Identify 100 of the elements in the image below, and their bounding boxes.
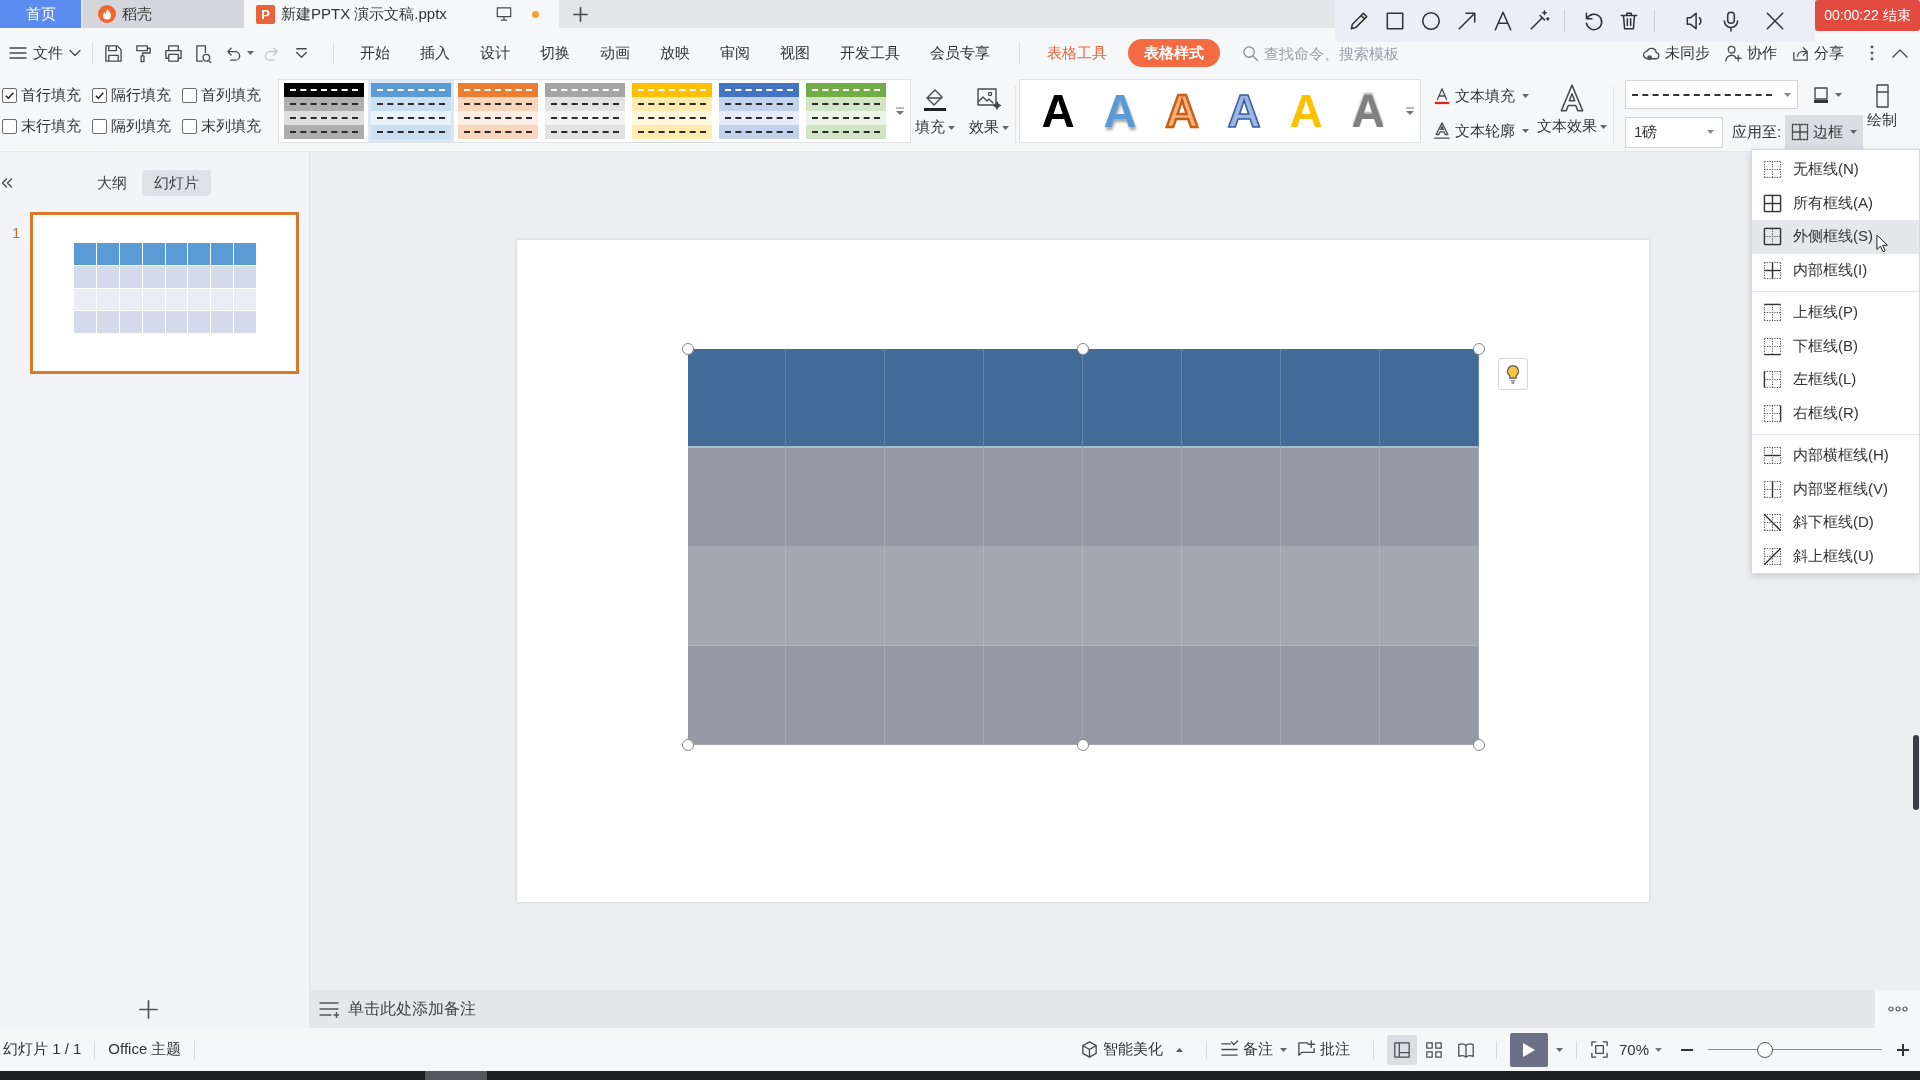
ribbon-tab[interactable]: 插入: [405, 39, 465, 67]
text-style-sample[interactable]: A: [1040, 88, 1076, 134]
more-vertical-icon[interactable]: [1870, 45, 1874, 61]
plus-icon[interactable]: [1896, 1042, 1910, 1057]
ribbon-tab[interactable]: 开发工具: [825, 39, 915, 67]
table-style-swatch[interactable]: [629, 80, 715, 142]
chevron-up-icon[interactable]: [1892, 48, 1908, 58]
checkbox[interactable]: [92, 87, 107, 103]
table-style-swatch[interactable]: [455, 80, 541, 142]
fill-button[interactable]: 填充: [915, 86, 955, 137]
notes-button[interactable]: 备注: [1219, 1040, 1287, 1059]
share-button[interactable]: 分享: [1791, 43, 1844, 63]
resize-handle[interactable]: [681, 343, 694, 355]
resize-handle[interactable]: [1077, 343, 1089, 355]
file-menu-button[interactable]: 文件: [9, 38, 81, 68]
image-sparkle-icon: [976, 86, 1002, 112]
tab[interactable]: P 新建PPTX 演示文稿.pptx: [244, 0, 559, 28]
save-icon[interactable]: [104, 43, 123, 63]
text-outline-button[interactable]: 文本轮廓: [1433, 118, 1529, 144]
menu-item[interactable]: 下框线(B): [1752, 329, 1919, 363]
ribbon-tab[interactable]: 切换: [525, 39, 585, 67]
collaborate-button[interactable]: 协作: [1724, 43, 1777, 63]
tab[interactable]: 稻壳: [83, 0, 244, 28]
print-icon[interactable]: [164, 43, 183, 63]
stop-recording-button[interactable]: 00:00:22 结束: [1815, 0, 1920, 31]
line-style-dropdown[interactable]: [1625, 80, 1798, 109]
ribbon-tab[interactable]: 会员专享: [915, 39, 1005, 67]
table-style-swatch[interactable]: [368, 80, 454, 142]
close-icon[interactable]: [1764, 10, 1786, 32]
checkbox[interactable]: [2, 118, 17, 134]
scroll-handle[interactable]: [425, 1071, 487, 1080]
view-button[interactable]: [1386, 1034, 1417, 1065]
notes-field[interactable]: 单击此处添加备注: [348, 998, 488, 1020]
draw-border-button[interactable]: 绘制: [1867, 83, 1898, 130]
checkbox[interactable]: [92, 118, 107, 134]
effect-button[interactable]: 效果: [969, 86, 1009, 137]
trash-icon[interactable]: [1618, 10, 1640, 32]
arrow-icon[interactable]: [1456, 10, 1478, 32]
resize-handle[interactable]: [681, 739, 694, 751]
table-style-swatch[interactable]: [803, 80, 889, 142]
border-color-button[interactable]: [1812, 85, 1842, 104]
beautify-button[interactable]: 智能美化: [1079, 1040, 1183, 1059]
panel-tab[interactable]: 大纲: [85, 170, 139, 196]
comments-button[interactable]: 批注: [1296, 1040, 1350, 1059]
menu-item[interactable]: 内部框线(I): [1752, 253, 1919, 287]
caret-icon[interactable]: [1406, 107, 1414, 115]
ribbon-tab[interactable]: 开始: [345, 39, 405, 67]
caret-icon[interactable]: [1555, 1047, 1563, 1052]
monitor-icon[interactable]: [496, 6, 512, 22]
text-style-sample[interactable]: A: [1350, 88, 1386, 134]
paint-roller-icon[interactable]: [134, 43, 153, 63]
menu-item[interactable]: 所有框线(A): [1752, 186, 1919, 220]
menu-item[interactable]: 无框线(N): [1752, 153, 1919, 187]
line-weight-dropdown[interactable]: 1磅: [1625, 116, 1723, 148]
zoom-level-dropdown[interactable]: 70%: [1618, 1041, 1662, 1058]
menu-item[interactable]: 左框线(L): [1752, 363, 1919, 397]
table-style-swatch[interactable]: [281, 80, 367, 142]
border-button[interactable]: 边框: [1785, 115, 1864, 149]
checkbox[interactable]: [182, 118, 197, 134]
more-horizontal-icon[interactable]: [1887, 1006, 1908, 1012]
fit-screen-icon[interactable]: [1589, 1040, 1609, 1059]
caret-icon[interactable]: [247, 51, 254, 55]
plus-icon[interactable]: [139, 999, 158, 1019]
menu-item[interactable]: 斜下框线(D): [1752, 506, 1919, 540]
menu-item[interactable]: 内部横框线(H): [1752, 439, 1919, 473]
table-style-swatch[interactable]: [542, 80, 628, 142]
right-border-icon: [1763, 403, 1782, 423]
menu-item[interactable]: 上框线(P): [1752, 296, 1919, 330]
text-fill-button[interactable]: 文本填充: [1433, 83, 1529, 109]
panel-tab[interactable]: 幻灯片: [142, 170, 211, 196]
square-icon[interactable]: [1384, 10, 1406, 32]
play-button[interactable]: [1509, 1032, 1548, 1067]
ribbon-tab[interactable]: 审阅: [705, 39, 765, 67]
pencil-icon[interactable]: [1348, 10, 1370, 32]
menu-item[interactable]: 外侧框线(S): [1752, 220, 1919, 254]
text-effect-button[interactable]: 文本效果: [1537, 83, 1607, 136]
ribbon-tab[interactable]: 放映: [645, 39, 705, 67]
caret-icon[interactable]: [896, 107, 904, 115]
ribbon-tab[interactable]: 设计: [465, 39, 525, 67]
checkbox[interactable]: [2, 87, 17, 103]
slider-thumb[interactable]: [1757, 1041, 1774, 1058]
magic-wand-icon[interactable]: [1528, 10, 1550, 32]
notes-icon: [319, 1000, 339, 1018]
scrollbar-thumb[interactable]: [1913, 735, 1919, 810]
table-style-swatch[interactable]: [716, 80, 802, 142]
letter-a-icon[interactable]: [1492, 10, 1514, 32]
preview-icon[interactable]: [194, 43, 213, 63]
menu-item[interactable]: 右框线(R): [1752, 396, 1919, 430]
double-chevron-left-icon[interactable]: [1, 178, 13, 188]
smart-tip-button[interactable]: [1497, 358, 1528, 390]
search-field[interactable]: 查找命令、搜索模板: [1264, 42, 1404, 64]
checkbox[interactable]: [182, 87, 197, 103]
sync-button[interactable]: 未同步: [1642, 43, 1710, 63]
menu-item[interactable]: 斜上框线(U): [1752, 539, 1919, 573]
ribbon-tab[interactable]: 视图: [765, 39, 825, 67]
plus-icon[interactable]: [573, 6, 588, 22]
ribbon-tab[interactable]: 动画: [585, 39, 645, 67]
menu-item[interactable]: 内部竖框线(V): [1752, 472, 1919, 506]
circle-icon[interactable]: [1420, 10, 1442, 32]
slide-thumbnail[interactable]: [30, 212, 299, 374]
